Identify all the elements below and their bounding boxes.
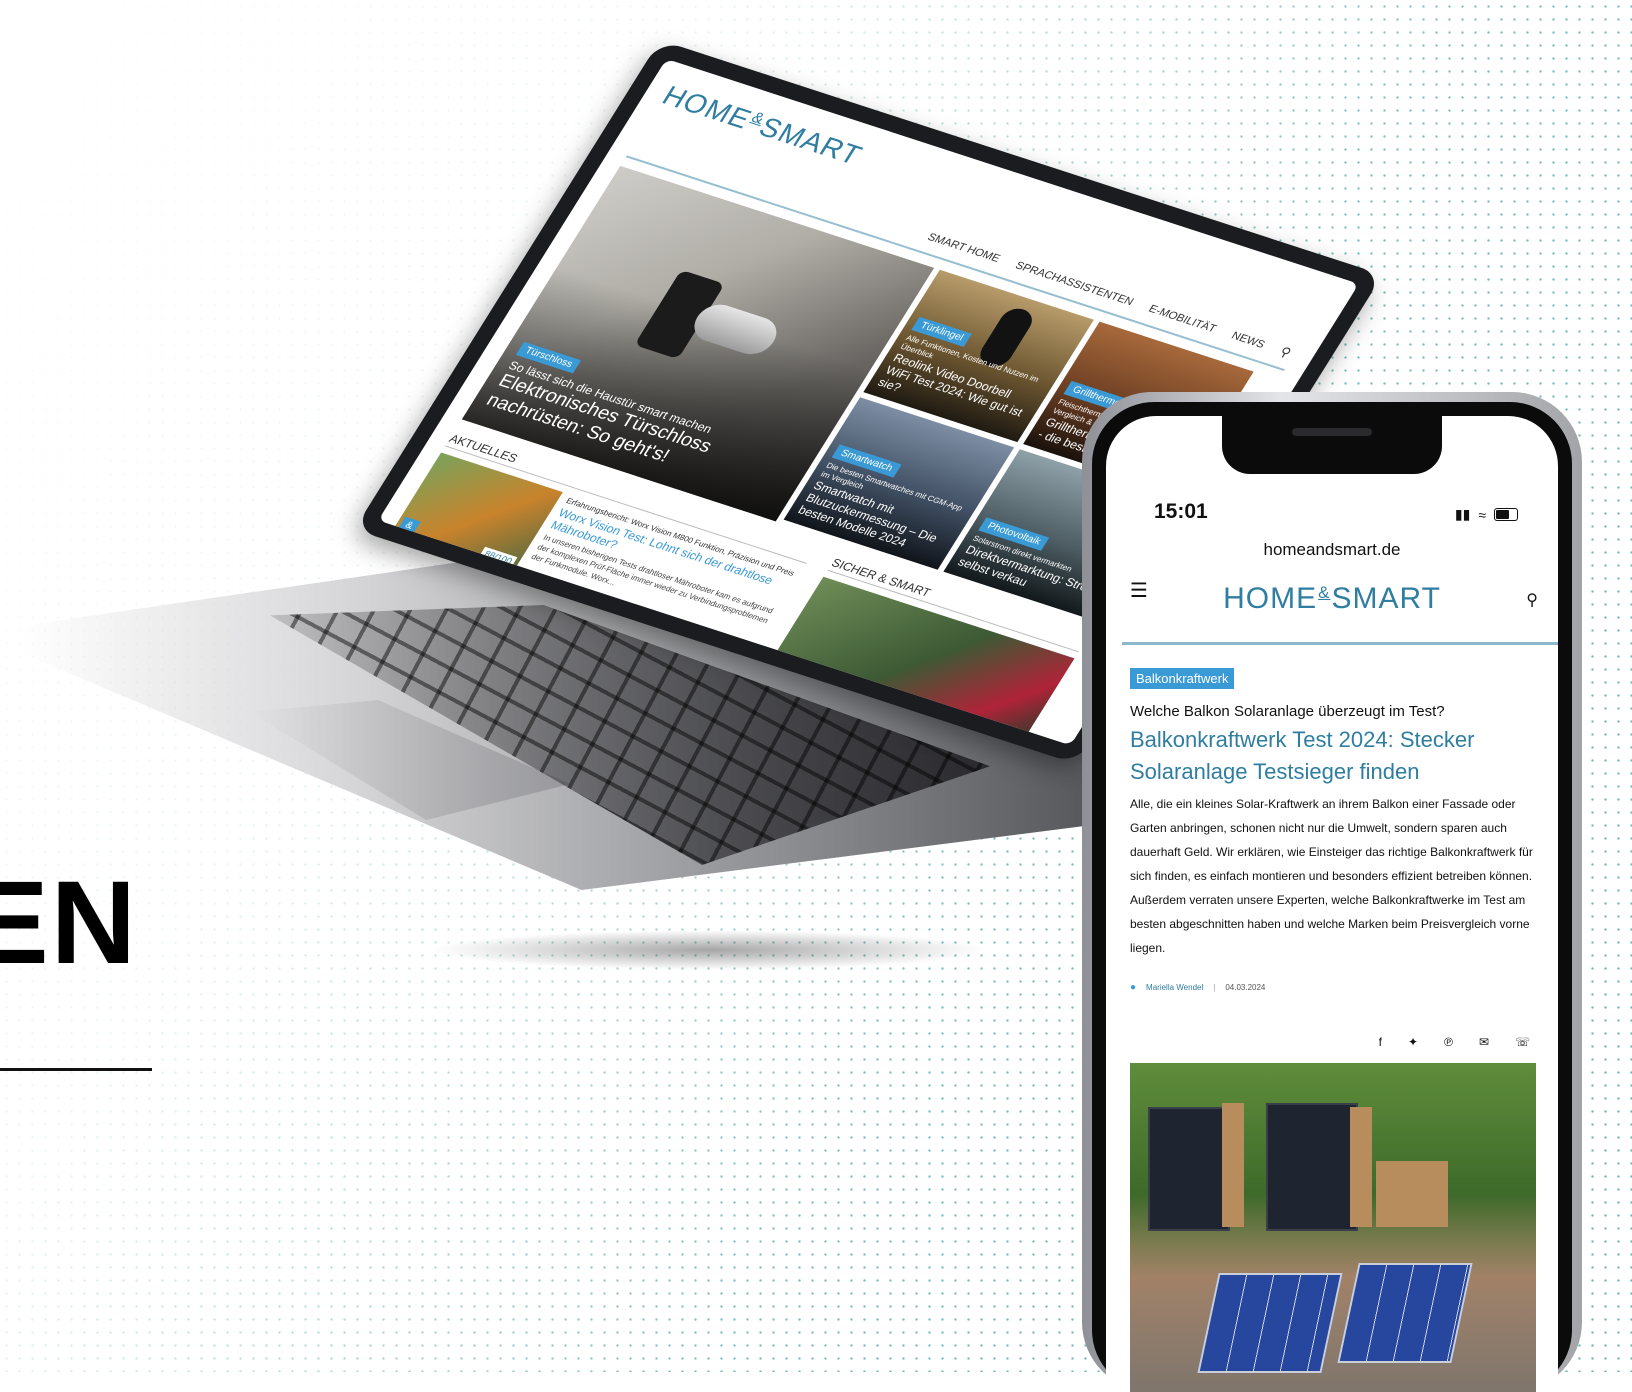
solar-panel xyxy=(1266,1103,1358,1231)
logo-home: HOME xyxy=(1223,582,1318,615)
hero-caption: Türschloss So lässt sich die Haustür sma… xyxy=(482,339,817,503)
article-body: Alle, die ein kleines Solar-Kraftwerk an… xyxy=(1130,797,1533,955)
article-headline[interactable]: Balkonkraftwerk Test 2024: Stecker Solar… xyxy=(1130,724,1536,788)
phone-screen: 15:01 ▮▮ ≈ homeandsmart.de ☰ HOME&SMART … xyxy=(1106,416,1558,1392)
wifi-icon: ≈ xyxy=(1478,506,1486,523)
article: Balkonkraftwerk Welche Balkon Solaranlag… xyxy=(1130,668,1536,1049)
nav-news[interactable]: NEWS xyxy=(1229,330,1267,351)
laptop-shadow xyxy=(430,930,990,970)
logo-smart: SMART xyxy=(1331,582,1441,615)
facebook-icon[interactable]: f xyxy=(1379,1035,1382,1049)
author-link[interactable]: Mariella Wendel xyxy=(1146,983,1203,992)
rating-score: 88/100 xyxy=(479,546,518,568)
article-kicker: Welche Balkon Solaranlage überzeugt im T… xyxy=(1130,703,1445,720)
search-icon[interactable]: ⚲ xyxy=(1526,590,1538,610)
cardboard-box xyxy=(1222,1103,1244,1227)
status-icons: ▮▮ ≈ xyxy=(1455,506,1518,523)
pinterest-icon[interactable]: ℗ xyxy=(1444,1035,1453,1049)
battery-icon xyxy=(1494,508,1518,521)
site-logo[interactable]: HOME&SMART xyxy=(1106,582,1558,616)
mail-icon[interactable]: ✉ xyxy=(1479,1035,1489,1049)
search-icon[interactable]: ⚲ xyxy=(1276,344,1294,361)
smartphone: 15:01 ▮▮ ≈ homeandsmart.de ☰ HOME&SMART … xyxy=(1082,392,1582,1392)
logo-amp: & xyxy=(1318,583,1331,602)
phone-speaker xyxy=(1292,428,1372,436)
twitter-icon[interactable]: ✦ xyxy=(1408,1035,1418,1049)
rating-logo-icon: & xyxy=(396,516,421,536)
logo-home: HOME xyxy=(656,80,758,135)
solar-panel xyxy=(1197,1273,1343,1373)
solar-panel xyxy=(1148,1107,1230,1231)
nav-smart-home[interactable]: SMART HOME xyxy=(925,231,1002,264)
partial-heading: EN xyxy=(0,857,138,989)
solar-panel xyxy=(1337,1263,1473,1363)
meta-divider: | xyxy=(1213,983,1216,992)
tile-caption: Smartwatch Die besten Smartwatches mit C… xyxy=(796,442,981,561)
article-tag[interactable]: Balkonkraftwerk xyxy=(1130,668,1235,689)
phone-bezel: 15:01 ▮▮ ≈ homeandsmart.de ☰ HOME&SMART … xyxy=(1092,402,1572,1392)
address-bar-url[interactable]: homeandsmart.de xyxy=(1106,540,1558,560)
logo-smart: SMART xyxy=(753,111,868,171)
user-icon: ● xyxy=(1130,982,1137,993)
article-date: 04.03.2024 xyxy=(1225,983,1266,992)
status-time: 15:01 xyxy=(1154,500,1208,523)
heading-underline xyxy=(0,1068,152,1071)
share-bar: f ✦ ℗ ✉ ☏ xyxy=(1130,1035,1536,1049)
phone-notch xyxy=(1222,416,1442,474)
whatsapp-icon[interactable]: ☏ xyxy=(1515,1035,1530,1049)
article-image xyxy=(1130,1063,1536,1392)
signal-icon: ▮▮ xyxy=(1454,506,1471,522)
header-divider xyxy=(1122,642,1558,645)
article-meta: ● Mariella Wendel | 04.03.2024 xyxy=(1130,982,1536,993)
cardboard-box xyxy=(1376,1161,1448,1227)
cardboard-box xyxy=(1350,1107,1372,1227)
nav-e-mobilitaet[interactable]: E-MOBILITÄT xyxy=(1146,303,1218,335)
